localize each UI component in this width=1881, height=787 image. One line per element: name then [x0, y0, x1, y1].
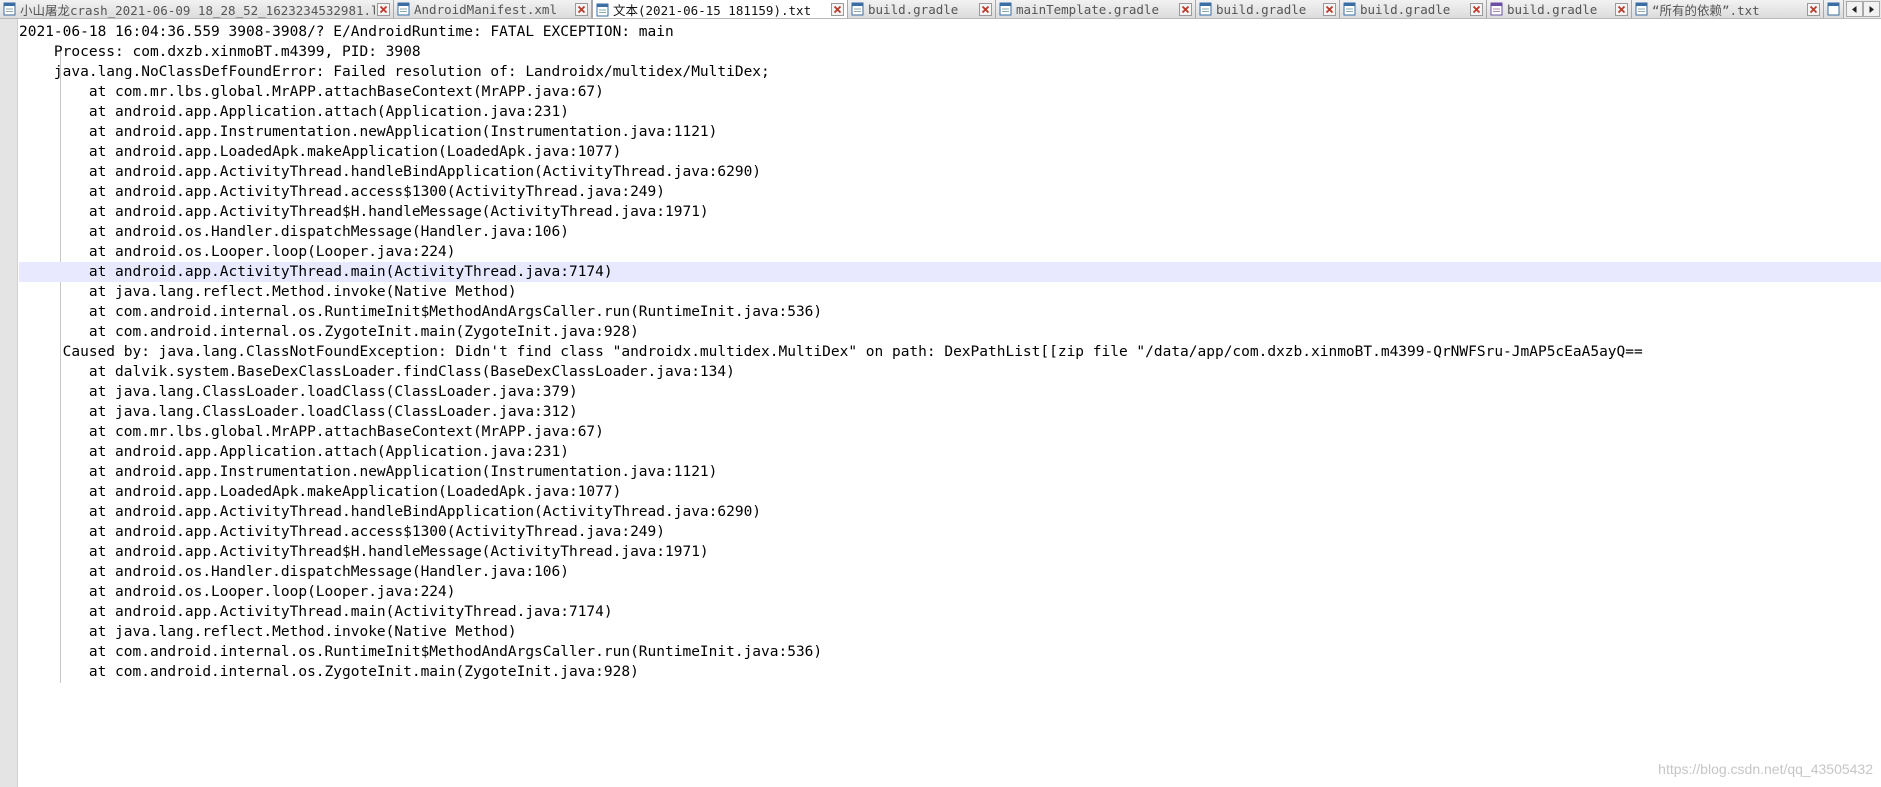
close-icon[interactable] — [1470, 2, 1483, 16]
current-line[interactable]: at android.app.ActivityThread.main(Activ… — [19, 262, 1881, 282]
close-icon[interactable] — [1179, 2, 1192, 16]
code-line[interactable]: at com.android.internal.os.ZygoteInit.ma… — [19, 662, 1881, 682]
tab-build-gradle-2[interactable]: build.gradle — [1196, 0, 1340, 18]
code-line[interactable]: at android.os.Looper.loop(Looper.java:22… — [19, 582, 1881, 602]
close-icon[interactable] — [1323, 2, 1336, 16]
tab-text-active[interactable]: 文本(2021-06-15 181159).txt — [592, 0, 848, 18]
notepad-doc-icon — [596, 3, 609, 16]
tab-bar: 小山屠龙crash_2021-06-09 18_28_52_1623234532… — [0, 0, 1881, 19]
tab-overflow[interactable] — [1824, 0, 1844, 18]
code-line[interactable]: at android.app.LoadedApk.makeApplication… — [19, 482, 1881, 502]
tab-build-gradle-1[interactable]: build.gradle — [848, 0, 996, 18]
code-line[interactable]: at android.app.ActivityThread.access$130… — [19, 522, 1881, 542]
code-line[interactable]: at java.lang.reflect.Method.invoke(Nativ… — [19, 622, 1881, 642]
code-line[interactable]: at android.os.Handler.dispatchMessage(Ha… — [19, 222, 1881, 242]
code-line[interactable]: java.lang.NoClassDefFoundError: Failed r… — [19, 62, 1881, 82]
code-line[interactable]: at android.app.ActivityThread$H.handleMe… — [19, 202, 1881, 222]
tab-label: mainTemplate.gradle — [1016, 1, 1159, 17]
tab-label: build.gradle — [1216, 1, 1307, 17]
tab-label: build.gradle — [1507, 1, 1598, 17]
tab-android-manifest[interactable]: AndroidManifest.xml — [394, 0, 592, 18]
tab-main-template-gradle[interactable]: mainTemplate.gradle — [996, 0, 1196, 18]
notepad-doc-icon — [397, 2, 410, 16]
watermark-text: https://blog.csdn.net/qq_43505432 — [1658, 761, 1873, 777]
code-line[interactable]: at com.android.internal.os.RuntimeInit$M… — [19, 642, 1881, 662]
code-line[interactable]: at android.app.ActivityThread$H.handleMe… — [19, 542, 1881, 562]
close-icon[interactable] — [1807, 2, 1820, 16]
tab-scroll-left-button[interactable] — [1846, 1, 1863, 17]
code-line[interactable]: at android.app.Application.attach(Applic… — [19, 102, 1881, 122]
tab-scroll-right-button[interactable] — [1863, 1, 1880, 17]
notepad-doc-icon — [1199, 2, 1212, 16]
notepad-doc-icon — [1635, 2, 1648, 16]
tab-label: build.gradle — [1360, 1, 1451, 17]
tab-label: 小山屠龙crash_2021-06-09 18_28_52_1623234532… — [20, 2, 375, 18]
tab-crash-log[interactable]: 小山屠龙crash_2021-06-09 18_28_52_1623234532… — [0, 0, 394, 18]
code-line[interactable]: at android.app.Instrumentation.newApplic… — [19, 122, 1881, 142]
code-line[interactable]: at dalvik.system.BaseDexClassLoader.find… — [19, 362, 1881, 382]
code-line[interactable]: at android.app.Application.attach(Applic… — [19, 442, 1881, 462]
tab-build-gradle-3[interactable]: build.gradle — [1340, 0, 1487, 18]
notepad-doc-icon — [1343, 2, 1356, 16]
arrow-left-icon — [1852, 5, 1857, 13]
arrow-right-icon — [1869, 5, 1874, 13]
editor-gutter[interactable] — [0, 19, 18, 787]
tab-label: AndroidManifest.xml — [414, 1, 557, 17]
code-line[interactable]: Process: com.dxzb.xinmoBT.m4399, PID: 39… — [19, 42, 1881, 62]
code-line[interactable]: Caused by: java.lang.ClassNotFoundExcept… — [19, 342, 1881, 362]
code-line[interactable]: at java.lang.ClassLoader.loadClass(Class… — [19, 382, 1881, 402]
tab-label: 文本(2021-06-15 181159).txt — [613, 3, 812, 18]
code-line[interactable]: at android.app.ActivityThread.handleBind… — [19, 502, 1881, 522]
close-icon[interactable] — [575, 2, 588, 16]
notepad-doc-icon — [3, 2, 16, 16]
code-line[interactable]: at com.mr.lbs.global.MrAPP.attachBaseCon… — [19, 82, 1881, 102]
code-line[interactable]: at android.app.LoadedApk.makeApplication… — [19, 142, 1881, 162]
close-icon[interactable] — [1615, 2, 1628, 16]
text-editor[interactable]: 2021-06-18 16:04:36.559 3908-3908/? E/An… — [19, 22, 1881, 682]
code-line[interactable]: at android.app.ActivityThread.main(Activ… — [19, 602, 1881, 622]
code-line[interactable]: at android.app.ActivityThread.access$130… — [19, 182, 1881, 202]
tab-label: “所有的依赖”.txt — [1652, 2, 1760, 18]
tab-all-dependencies[interactable]: “所有的依赖”.txt — [1632, 0, 1824, 18]
code-line[interactable]: at com.mr.lbs.global.MrAPP.attachBaseCon… — [19, 422, 1881, 442]
notepad-doc-icon — [851, 2, 864, 16]
code-line[interactable]: at android.os.Handler.dispatchMessage(Ha… — [19, 562, 1881, 582]
notepad-doc-icon — [1827, 2, 1840, 16]
notepad-doc-icon-purple — [1490, 2, 1503, 16]
code-line[interactable]: at java.lang.ClassLoader.loadClass(Class… — [19, 402, 1881, 422]
code-line[interactable]: at com.android.internal.os.ZygoteInit.ma… — [19, 322, 1881, 342]
close-icon[interactable] — [377, 2, 390, 16]
code-line[interactable]: 2021-06-18 16:04:36.559 3908-3908/? E/An… — [19, 22, 1881, 42]
code-line[interactable]: at android.os.Looper.loop(Looper.java:22… — [19, 242, 1881, 262]
tab-build-gradle-4[interactable]: build.gradle — [1487, 0, 1632, 18]
tab-label: build.gradle — [868, 1, 959, 17]
code-line[interactable]: at android.app.ActivityThread.handleBind… — [19, 162, 1881, 182]
notepad-doc-icon — [999, 2, 1012, 16]
code-line[interactable]: at java.lang.reflect.Method.invoke(Nativ… — [19, 282, 1881, 302]
code-line[interactable]: at com.android.internal.os.RuntimeInit$M… — [19, 302, 1881, 322]
close-icon[interactable] — [831, 3, 844, 16]
code-line[interactable]: at android.app.Instrumentation.newApplic… — [19, 462, 1881, 482]
close-icon[interactable] — [979, 2, 992, 16]
